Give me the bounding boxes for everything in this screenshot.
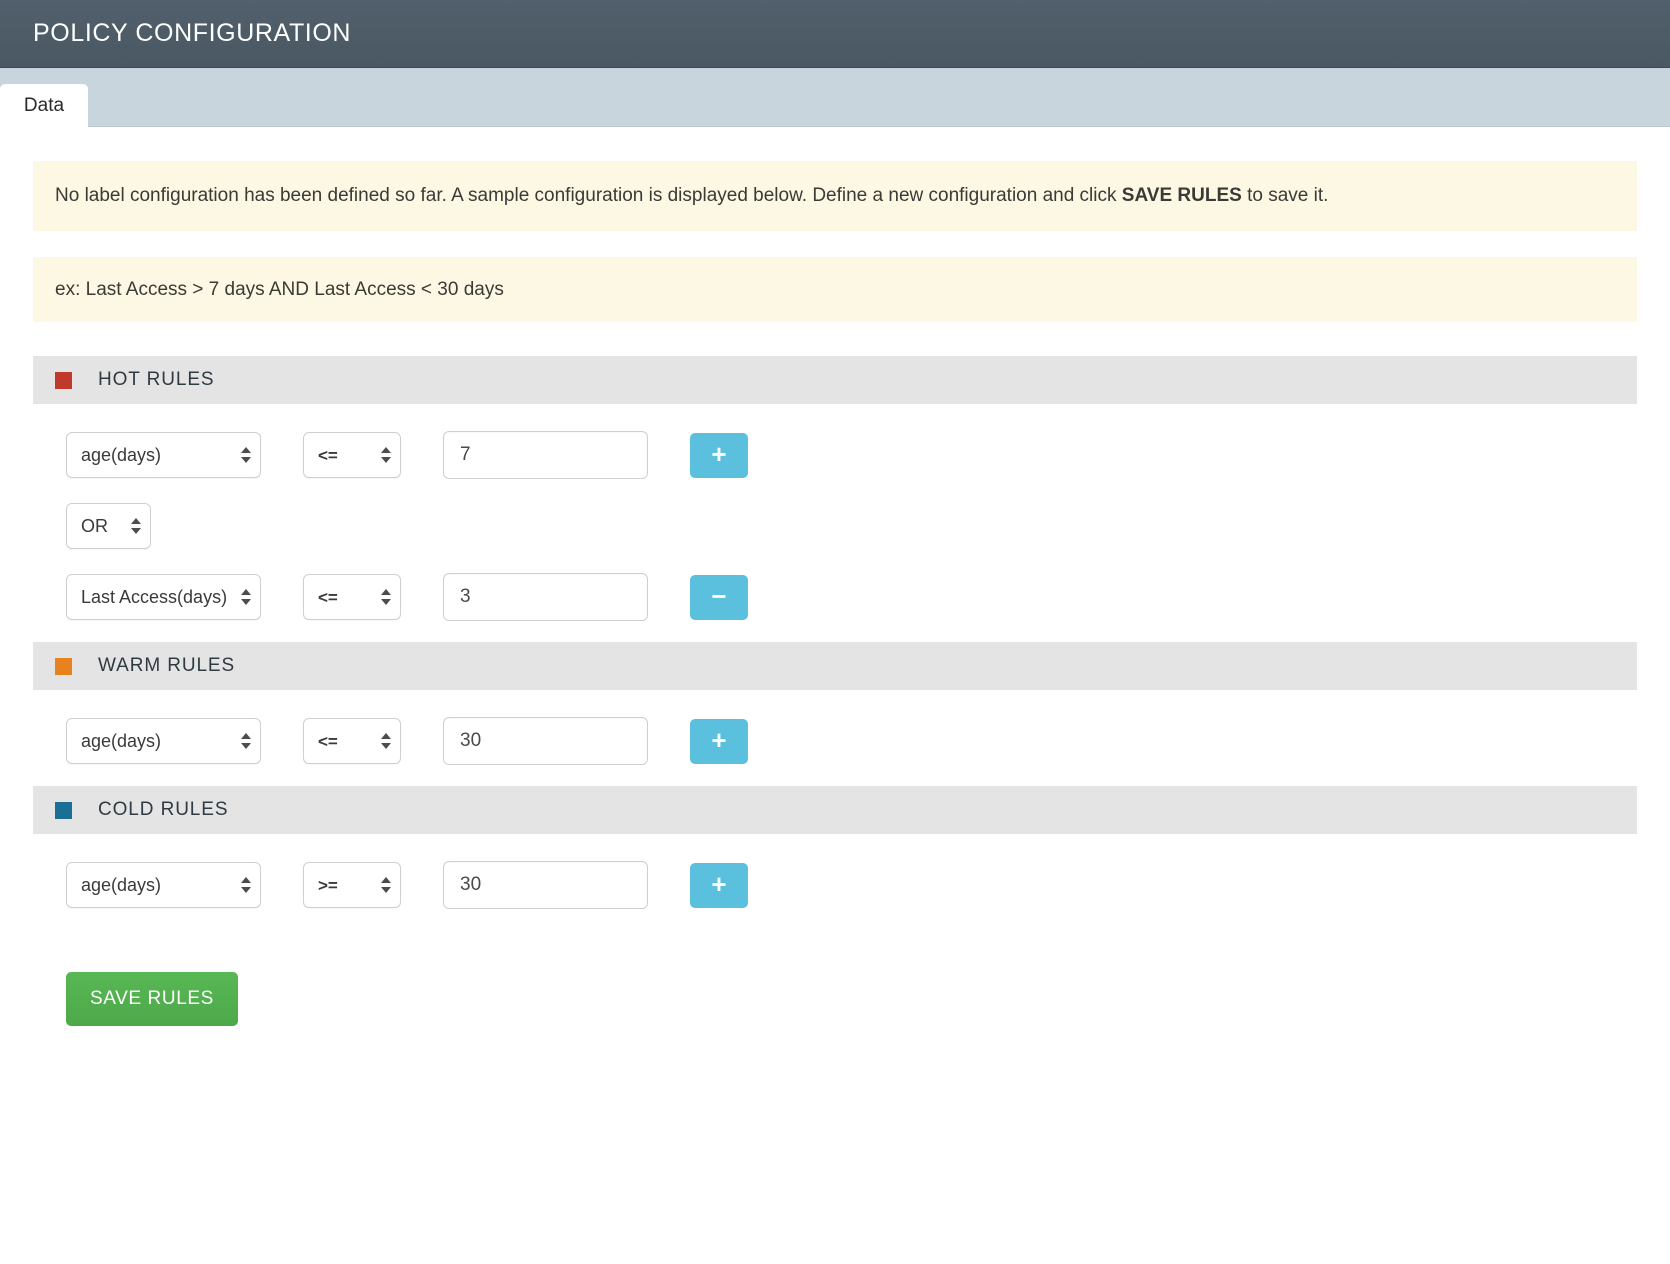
plus-icon: + [711,439,727,470]
rule-field-select[interactable]: Last Access(days) [66,574,261,621]
rule-field-select-wrapper: age(days) [66,862,261,909]
section-header-hot: HOT RULES [33,356,1637,405]
add-rule-button[interactable]: + [690,718,748,764]
rule-sections: HOT RULES age(days) <= + OR Last Access(days)… [33,356,1637,930]
rule-value-input[interactable] [443,861,648,910]
rule-operator-select-wrapper: <= [303,718,401,765]
warm-color-swatch-icon [55,657,72,675]
logic-operator-select[interactable]: OR [66,503,151,550]
logic-operator-select-wrapper: OR [66,503,151,550]
add-rule-button[interactable]: + [690,862,748,908]
minus-icon: − [711,581,727,612]
rule-field-select-wrapper: Last Access(days) [66,574,261,621]
info-banner: No label configuration has been defined … [33,161,1637,231]
rule-field-select[interactable]: age(days) [66,432,261,479]
main-content: No label configuration has been defined … [0,127,1670,1027]
rule-row: Last Access(days) <= − [33,573,1637,622]
rule-value-input[interactable] [443,717,648,766]
rule-operator-select-wrapper: <= [303,432,401,479]
tab-bar: Data [0,68,1670,127]
section-title: COLD RULES [98,799,229,821]
rule-field-select[interactable]: age(days) [66,718,261,765]
rule-operator-select[interactable]: <= [303,432,401,479]
example-banner: ex: Last Access > 7 days AND Last Access… [33,256,1637,323]
rule-operator-select-wrapper: >= [303,862,401,909]
section-title: WARM RULES [98,655,236,677]
rule-operator-select-wrapper: <= [303,574,401,621]
rule-field-select[interactable]: age(days) [66,862,261,909]
add-rule-button[interactable]: + [690,432,748,478]
cold-color-swatch-icon [55,801,72,819]
app-header: POLICY CONFIGURATION [0,0,1670,68]
plus-icon: + [711,725,727,756]
rule-field-select-wrapper: age(days) [66,432,261,479]
example-banner-text: ex: Last Access > 7 days AND Last Access… [55,278,504,300]
rule-value-input[interactable] [443,431,648,480]
remove-rule-button[interactable]: − [690,574,748,620]
save-rules-button[interactable]: SAVE RULES [66,972,238,1027]
rule-operator-select[interactable]: <= [303,574,401,621]
plus-icon: + [711,869,727,900]
section-title: HOT RULES [98,369,215,391]
section-body-hot: age(days) <= + OR Last Access(days) <= − [33,404,1637,642]
page-title: POLICY CONFIGURATION [33,19,352,47]
section-body-warm: age(days) <= + [33,690,1637,786]
info-banner-prefix: No label configuration has been defined … [55,185,1122,206]
rule-row: age(days) >= + [33,861,1637,910]
rule-operator-select[interactable]: <= [303,718,401,765]
section-body-cold: age(days) >= + [33,834,1637,930]
hot-color-swatch-icon [55,371,72,389]
rule-row: age(days) <= + [33,431,1637,480]
logic-operator-row: OR [33,503,1637,550]
tab-data[interactable]: Data [0,84,88,127]
tab-data-label: Data [23,94,65,116]
section-header-cold: COLD RULES [33,786,1637,835]
section-header-warm: WARM RULES [33,642,1637,691]
rule-operator-select[interactable]: >= [303,862,401,909]
info-banner-emphasis: SAVE RULES [1121,185,1242,206]
info-banner-suffix: to save it. [1241,185,1329,206]
rule-value-input[interactable] [443,573,648,622]
rule-field-select-wrapper: age(days) [66,718,261,765]
policy-configuration-page: POLICY CONFIGURATION Data No label confi… [0,0,1670,1264]
rule-row: age(days) <= + [33,717,1637,766]
